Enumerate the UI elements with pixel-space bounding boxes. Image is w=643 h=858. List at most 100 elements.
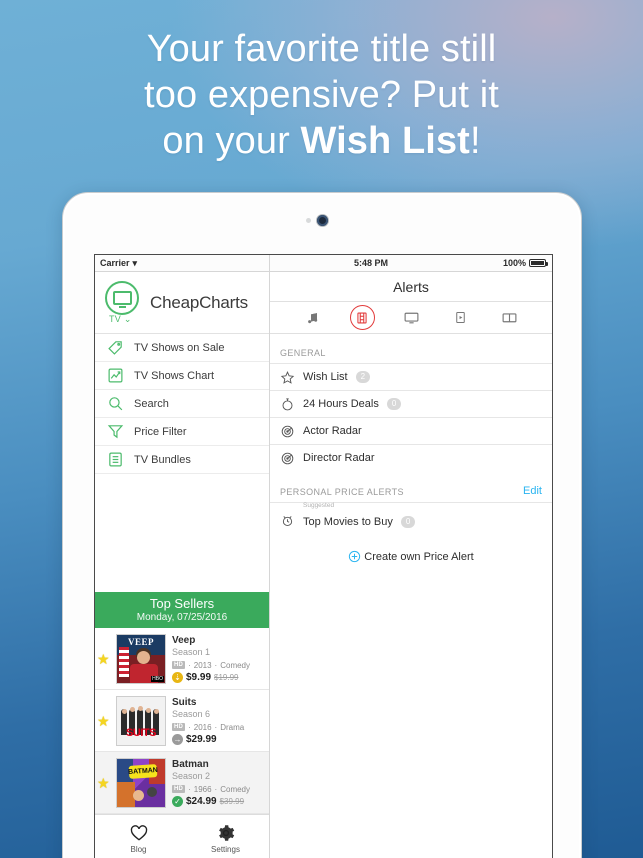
- list-item[interactable]: ★ VEEP HBO Veep Season 1 HD · 2013 · Com…: [95, 628, 269, 690]
- list-item[interactable]: ★ BATMAN Batman Season 2 HD · 1966 · Com…: [95, 752, 269, 814]
- sidebar-item-tv-bundles[interactable]: TV Bundles: [95, 446, 269, 474]
- count-badge: 0: [400, 515, 416, 528]
- alerts-pane: Alerts GENERAL Wish List 2 24 Hours Deal…: [270, 272, 552, 858]
- headline-line-3-pre: on your: [162, 120, 301, 162]
- alert-label: 24 Hours Deals: [303, 398, 379, 410]
- tag-icon: [107, 339, 124, 356]
- sidebar-item-tv-shows-chart[interactable]: TV Shows Chart: [95, 362, 269, 390]
- artwork: SUITS: [116, 695, 166, 746]
- section-title: PERSONAL PRICE ALERTS: [280, 487, 404, 497]
- cta-label: Create own Price Alert: [364, 550, 474, 563]
- tab-tv[interactable]: [400, 307, 424, 329]
- device-camera-row: [63, 215, 581, 226]
- sidebar-item-price-filter[interactable]: Price Filter: [95, 418, 269, 446]
- price-row: ⇣ $9.99 $19.99: [172, 671, 263, 683]
- tab-movies[interactable]: [349, 305, 375, 330]
- headline-line-2: too expensive? Put it: [144, 74, 499, 116]
- metadata: HD · 2013 · Comedy: [172, 660, 251, 670]
- alert-label: Top Movies to Buy: [303, 516, 393, 528]
- headline-highlight: Wish List: [300, 120, 470, 162]
- screen-body: TV ⌄ CheapCharts TV Shows on Sale TV Sho…: [95, 272, 552, 858]
- metadata: HD · 1966 · Comedy: [172, 784, 251, 794]
- sidebar-item-tv-shows-on-sale[interactable]: TV Shows on Sale: [95, 334, 269, 362]
- edit-button[interactable]: Edit: [523, 485, 542, 497]
- star-outline-icon: [280, 370, 295, 385]
- year-label: 1966: [193, 784, 212, 794]
- list-item-info: Veep Season 1 HD · 2013 · Comedy ⇣ $9.99…: [172, 635, 263, 683]
- battery-percent-label: 100%: [502, 258, 526, 268]
- funnel-icon: [107, 423, 124, 440]
- list-item-info: Suits Season 6 HD · 2016 · Drama → $29.9…: [172, 697, 263, 745]
- list-item[interactable]: ★ SUITS Suits Season 6 HD · 2016 · Drama…: [95, 690, 269, 752]
- gear-icon: [215, 823, 237, 843]
- alert-row-24-hours-deals[interactable]: 24 Hours Deals 0: [270, 390, 552, 417]
- tab-blog[interactable]: Blog: [95, 819, 182, 856]
- tab-video-app[interactable]: [449, 307, 473, 329]
- tab-books[interactable]: [498, 307, 522, 329]
- pane-empty-space: [270, 581, 552, 858]
- alarm-clock-icon: [280, 513, 295, 528]
- top-sellers-date: Monday, 07/25/2016: [136, 612, 228, 623]
- alert-label: Actor Radar: [303, 425, 362, 437]
- radar-icon: [280, 424, 295, 439]
- status-bar-time: 5:48 PM: [353, 258, 388, 268]
- headline-line-3: on your Wish List!: [0, 118, 643, 164]
- deal-icon: ✓: [172, 795, 183, 807]
- season-label: Season 2: [172, 770, 211, 781]
- price-label: $24.99: [186, 795, 217, 807]
- media-type-tabs: [270, 302, 552, 334]
- heart-icon: [128, 823, 150, 843]
- create-price-alert-button[interactable]: Create own Price Alert: [270, 532, 552, 581]
- sidebar-item-search[interactable]: Search: [95, 390, 269, 418]
- tab-settings[interactable]: Settings: [182, 819, 269, 856]
- title-label: Suits: [172, 696, 197, 708]
- hd-badge: HD: [172, 723, 186, 731]
- season-label: Season 1: [172, 646, 211, 657]
- star-icon: ★: [97, 774, 110, 791]
- tab-music[interactable]: [301, 307, 325, 329]
- count-badge: 0: [386, 397, 402, 411]
- battery-icon: [529, 259, 548, 267]
- personal-price-alerts-header: PERSONAL PRICE ALERTS Edit: [270, 471, 552, 502]
- headline-line-3-post: !: [469, 120, 481, 162]
- alert-label: Director Radar: [303, 452, 375, 464]
- stopwatch-icon: [280, 397, 295, 412]
- count-badge: 2: [355, 370, 371, 384]
- sidebar-item-label: TV Shows on Sale: [134, 341, 225, 354]
- tab-label: Blog: [130, 845, 147, 854]
- season-label: Season 6: [172, 708, 211, 719]
- wifi-icon: ▾: [132, 257, 138, 268]
- top-sellers-list: ★ VEEP HBO Veep Season 1 HD · 2013 · Com…: [95, 628, 269, 814]
- title-label: Veep: [172, 634, 196, 646]
- alert-row-actor-radar[interactable]: Actor Radar: [270, 417, 552, 444]
- status-bar-right: 100%: [472, 258, 552, 268]
- star-icon: ★: [97, 712, 110, 729]
- search-icon: [107, 395, 124, 412]
- brand-logo[interactable]: TV ⌄: [105, 280, 141, 325]
- sidebar-item-label: Search: [134, 397, 169, 410]
- status-bar-left: Carrier ▾: [95, 255, 270, 271]
- download-icon: ⇣: [172, 671, 183, 683]
- hd-badge: HD: [172, 785, 186, 793]
- carrier-label: Carrier: [100, 258, 130, 268]
- genre-label: Comedy: [220, 660, 251, 670]
- media-type-selector-label[interactable]: TV ⌄: [109, 314, 132, 325]
- top-sellers-title: Top Sellers: [149, 596, 215, 611]
- arrow-icon: →: [172, 733, 183, 745]
- sidebar-item-label: TV Shows Chart: [134, 369, 215, 382]
- sidebar-brand[interactable]: TV ⌄ CheapCharts: [95, 272, 269, 334]
- page-title: Alerts: [270, 272, 552, 302]
- app-title: CheapCharts: [150, 292, 248, 312]
- artwork: BATMAN: [116, 757, 166, 808]
- alert-row-wish-list[interactable]: Wish List 2: [270, 363, 552, 390]
- alert-row-director-radar[interactable]: Director Radar: [270, 444, 552, 471]
- alert-row-top-movies-to-buy[interactable]: Suggested Top Movies to Buy 0: [270, 502, 552, 532]
- alert-label: Wish List: [303, 371, 348, 383]
- metadata: HD · 2016 · Drama: [172, 722, 245, 732]
- suggested-label: Suggested: [303, 502, 335, 509]
- title-label: Batman: [172, 758, 209, 770]
- price-row: → $29.99: [172, 733, 263, 745]
- ambient-sensor-icon: [306, 218, 311, 223]
- genre-label: Comedy: [220, 784, 251, 794]
